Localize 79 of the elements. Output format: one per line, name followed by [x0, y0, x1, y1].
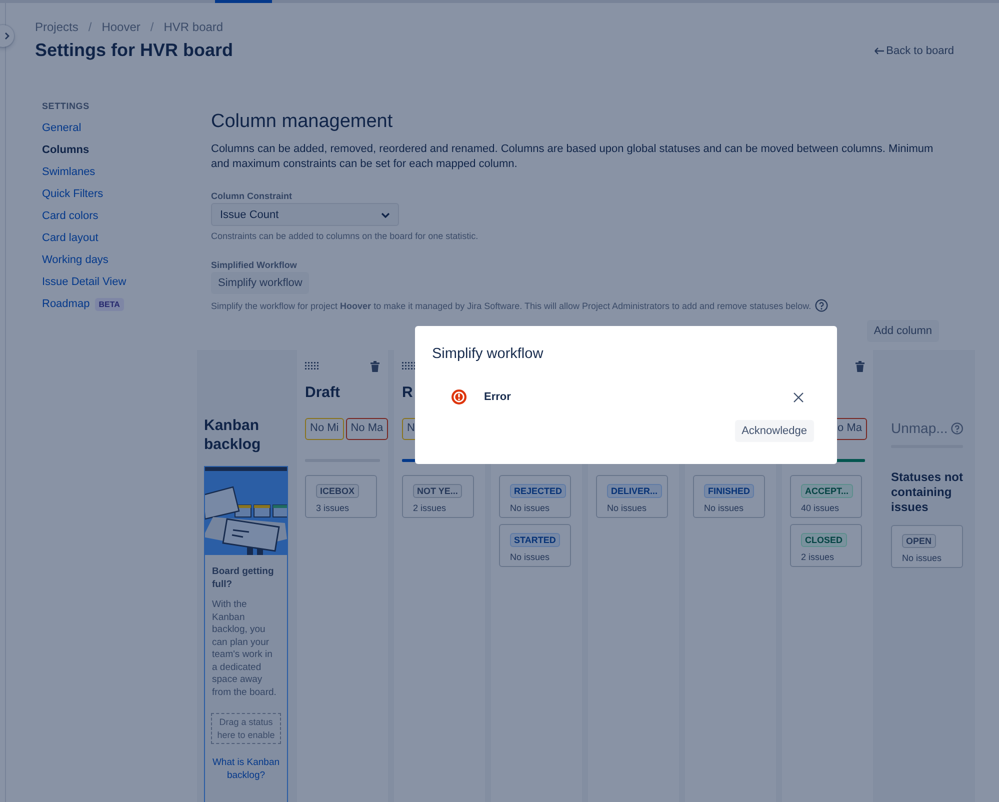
sidebar-item[interactable]: Card layout [42, 232, 98, 244]
close-icon[interactable] [793, 392, 804, 402]
arrow-left-icon [874, 47, 884, 55]
breadcrumb-link[interactable]: HVR board [164, 20, 224, 36]
error-text: Error [484, 391, 511, 403]
help-icon [815, 299, 828, 312]
issue-count: No issues [902, 553, 943, 563]
simplify-workflow-button[interactable]: Simplify workflow [211, 272, 310, 294]
description-text: Columns can be added, removed, reordered and renamed. Columns are based upon global statuses and can be moved between columns. Minimum and maximum constraints can be set for each mapped column. [211, 142, 934, 172]
trash-icon[interactable] [370, 360, 380, 372]
sidebar-item[interactable]: Card colors [42, 210, 98, 222]
issue-count: 2 issues [801, 552, 836, 562]
help-text: Constraints can be added to columns on the board for one statistic. [211, 231, 478, 241]
modal-title: Simplify workflow [432, 346, 544, 362]
status-card[interactable]: ACCEPT... 40 issues [790, 475, 862, 518]
drag-handle-icon[interactable] [305, 362, 319, 370]
column-title: Draft [305, 384, 340, 403]
help-text: Simplify the workflow for project Hoover to make it managed by Jira Software. This will allow Project Administrators to add and remove statuses below. [211, 300, 812, 310]
sidebar-item[interactable]: Columns [42, 144, 90, 156]
column-subheading: Statuses not containing issues [891, 470, 963, 515]
field-label: Simplified Workflow [211, 260, 297, 270]
field-label: Column Constraint [211, 191, 292, 201]
help-icon [950, 422, 963, 434]
issue-count: No issues [607, 503, 648, 513]
status-drop-zone: Drag a status here to enable [211, 713, 281, 744]
sidebar-item[interactable]: Roadmap [42, 298, 90, 310]
status-card[interactable]: OPEN No issues [891, 525, 963, 568]
issue-count: 2 issues [413, 503, 448, 513]
issue-count: 40 issues [801, 503, 840, 513]
breadcrumb-separator: / [88, 20, 92, 36]
status-card[interactable]: REJECTED No issues [499, 475, 571, 518]
status-lozenge: OPEN [902, 534, 936, 548]
constraint-select[interactable]: Issue Count [211, 203, 399, 226]
sidebar-heading: SETTINGS [42, 101, 90, 111]
panel-heading: Board getting full? [212, 565, 275, 591]
kanban-backlog-link[interactable]: What is Kanban backlog? [212, 757, 280, 782]
breadcrumb-link[interactable]: Projects [35, 20, 78, 36]
status-lozenge: FINISHED [704, 484, 754, 498]
maximum-field[interactable]: No Ma [346, 418, 388, 440]
status-card[interactable]: NOT YE... 2 issues [402, 475, 474, 518]
status-lozenge: NOT YE... [413, 484, 462, 498]
column-title: Kanban backlog [204, 416, 262, 454]
issue-count: 3 issues [316, 503, 350, 513]
column-title: R [402, 384, 413, 403]
sidebar-item[interactable]: Swimlanes [42, 166, 96, 178]
column-title: Unmap... [891, 420, 948, 436]
status-card[interactable]: DELIVER... No issues [596, 475, 668, 518]
sidebar-item[interactable]: Working days [42, 254, 108, 266]
status-lozenge: CLOSED [801, 533, 847, 547]
beta-badge: BETA [94, 298, 124, 310]
acknowledge-button[interactable]: Acknowledge [734, 420, 814, 442]
section-heading: Column management [211, 111, 393, 133]
issue-count: No issues [510, 503, 551, 513]
status-card[interactable]: FINISHED No issues [693, 475, 765, 518]
breadcrumb-link[interactable]: Hoover [102, 20, 140, 36]
status-card[interactable]: CLOSED 2 issues [790, 524, 862, 567]
status-card[interactable]: ICEBOX 3 issues [305, 475, 377, 518]
panel-text: With the Kanban backlog, you can plan your team's work in a dedicated space away from the board. [212, 599, 278, 699]
breadcrumb-separator: / [150, 20, 154, 36]
add-column-button[interactable]: Add column [866, 320, 939, 342]
status-lozenge: DELIVER... [607, 484, 662, 498]
issue-count: No issues [704, 503, 745, 513]
status-card[interactable]: STARTED No issues [499, 524, 571, 567]
sidebar-item[interactable]: Issue Detail View [42, 276, 126, 288]
issue-count: No issues [510, 552, 551, 562]
status-lozenge: STARTED [510, 533, 560, 547]
tab-indicator [215, 0, 272, 3]
error-icon [451, 389, 467, 405]
sidebar-item[interactable]: General [42, 122, 82, 134]
minimum-field[interactable]: No Mi [305, 418, 344, 440]
chevron-down-icon [381, 212, 390, 218]
status-lozenge: ICEBOX [316, 484, 359, 498]
back-to-board-link[interactable]: Back to board [874, 45, 954, 61]
sidebar-item[interactable]: Quick Filters [42, 188, 104, 200]
chevron-right-icon [3, 32, 11, 40]
status-lozenge: ACCEPT... [801, 484, 853, 498]
trash-icon[interactable] [855, 360, 865, 372]
page-title: Settings for HVR board [35, 40, 234, 61]
status-lozenge: REJECTED [510, 484, 566, 498]
